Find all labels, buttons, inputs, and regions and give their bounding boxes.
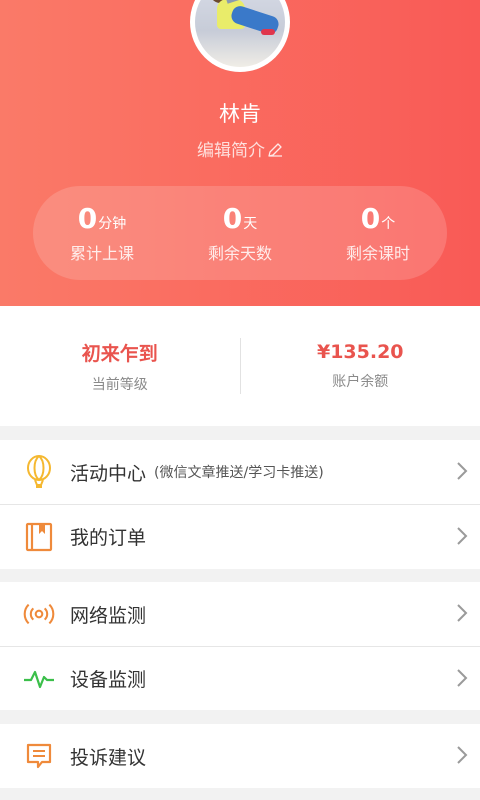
menu-group-monitor: 网络监测 设备监测 xyxy=(0,582,480,710)
balance-value: ¥135.20 xyxy=(316,341,404,363)
stat-remaining-lessons: 0个 剩余课时 xyxy=(309,186,447,280)
level-caption: 当前等级 xyxy=(91,376,148,393)
menu-item-label: 我的订单 xyxy=(70,527,147,549)
menu-item-device[interactable]: 设备监测 xyxy=(0,646,480,710)
menu-item-sublabel: (微信文章推送/学习卡推送) xyxy=(154,465,324,481)
chevron-right-icon xyxy=(456,525,468,551)
signal-icon xyxy=(23,598,55,630)
balloon-icon xyxy=(23,455,55,488)
edit-intro-link[interactable]: 编辑简介 xyxy=(0,136,480,163)
menu-item-network[interactable]: 网络监测 xyxy=(0,582,480,646)
account-summary: 初来乍到 当前等级 ¥135.20 账户余额 xyxy=(0,306,480,426)
menu-group-feedback: 投诉建议 xyxy=(0,724,480,788)
stats-panel: 0分钟 累计上课 0天 剩余天数 0个 剩余课时 xyxy=(33,186,447,280)
stat-label: 剩余天数 xyxy=(207,244,272,263)
stat-label: 剩余课时 xyxy=(345,244,410,263)
stat-unit: 个 xyxy=(381,216,396,232)
menu-item-label: 活动中心 xyxy=(70,462,147,485)
pulse-icon xyxy=(23,663,55,695)
menu-item-orders[interactable]: 我的订单 xyxy=(0,504,480,568)
chevron-right-icon xyxy=(456,602,468,628)
balance-caption: 账户余额 xyxy=(332,374,389,390)
order-book-icon xyxy=(23,521,55,553)
level-block: 初来乍到 当前等级 xyxy=(0,339,240,394)
stat-value: 0 xyxy=(222,202,243,235)
chevron-right-icon xyxy=(456,460,468,486)
level-value: 初来乍到 xyxy=(81,342,158,365)
chevron-right-icon xyxy=(456,667,468,693)
menu-item-feedback[interactable]: 投诉建议 xyxy=(0,724,480,788)
stat-total-class: 0分钟 累计上课 xyxy=(33,186,171,280)
stat-label: 累计上课 xyxy=(69,244,134,263)
menu-item-label: 网络监测 xyxy=(70,604,147,627)
menu-item-activity[interactable]: 活动中心 (微信文章推送/学习卡推送) xyxy=(0,440,480,504)
avatar[interactable] xyxy=(190,0,290,72)
message-icon xyxy=(23,740,55,772)
stat-value: 0 xyxy=(77,202,98,235)
menu-item-label: 投诉建议 xyxy=(70,746,147,769)
menu-group-activity: 活动中心 (微信文章推送/学习卡推送) 我的订单 xyxy=(0,440,480,569)
stat-value: 0 xyxy=(360,202,381,235)
edit-intro-label: 编辑简介 xyxy=(197,141,265,161)
user-name: 林肯 xyxy=(219,102,261,126)
stat-unit: 天 xyxy=(243,216,258,232)
avatar-photo xyxy=(195,0,285,67)
pencil-icon xyxy=(267,142,283,163)
menu-item-label: 设备监测 xyxy=(70,669,147,691)
stat-unit: 分钟 xyxy=(98,216,127,232)
chevron-right-icon xyxy=(456,744,468,770)
stat-remaining-days: 0天 剩余天数 xyxy=(171,186,309,280)
profile-header: 林肯 编辑简介 0分钟 累计上课 0天 剩余天数 0个 剩余课时 xyxy=(0,0,480,306)
balance-block[interactable]: ¥135.20 账户余额 xyxy=(241,341,480,391)
